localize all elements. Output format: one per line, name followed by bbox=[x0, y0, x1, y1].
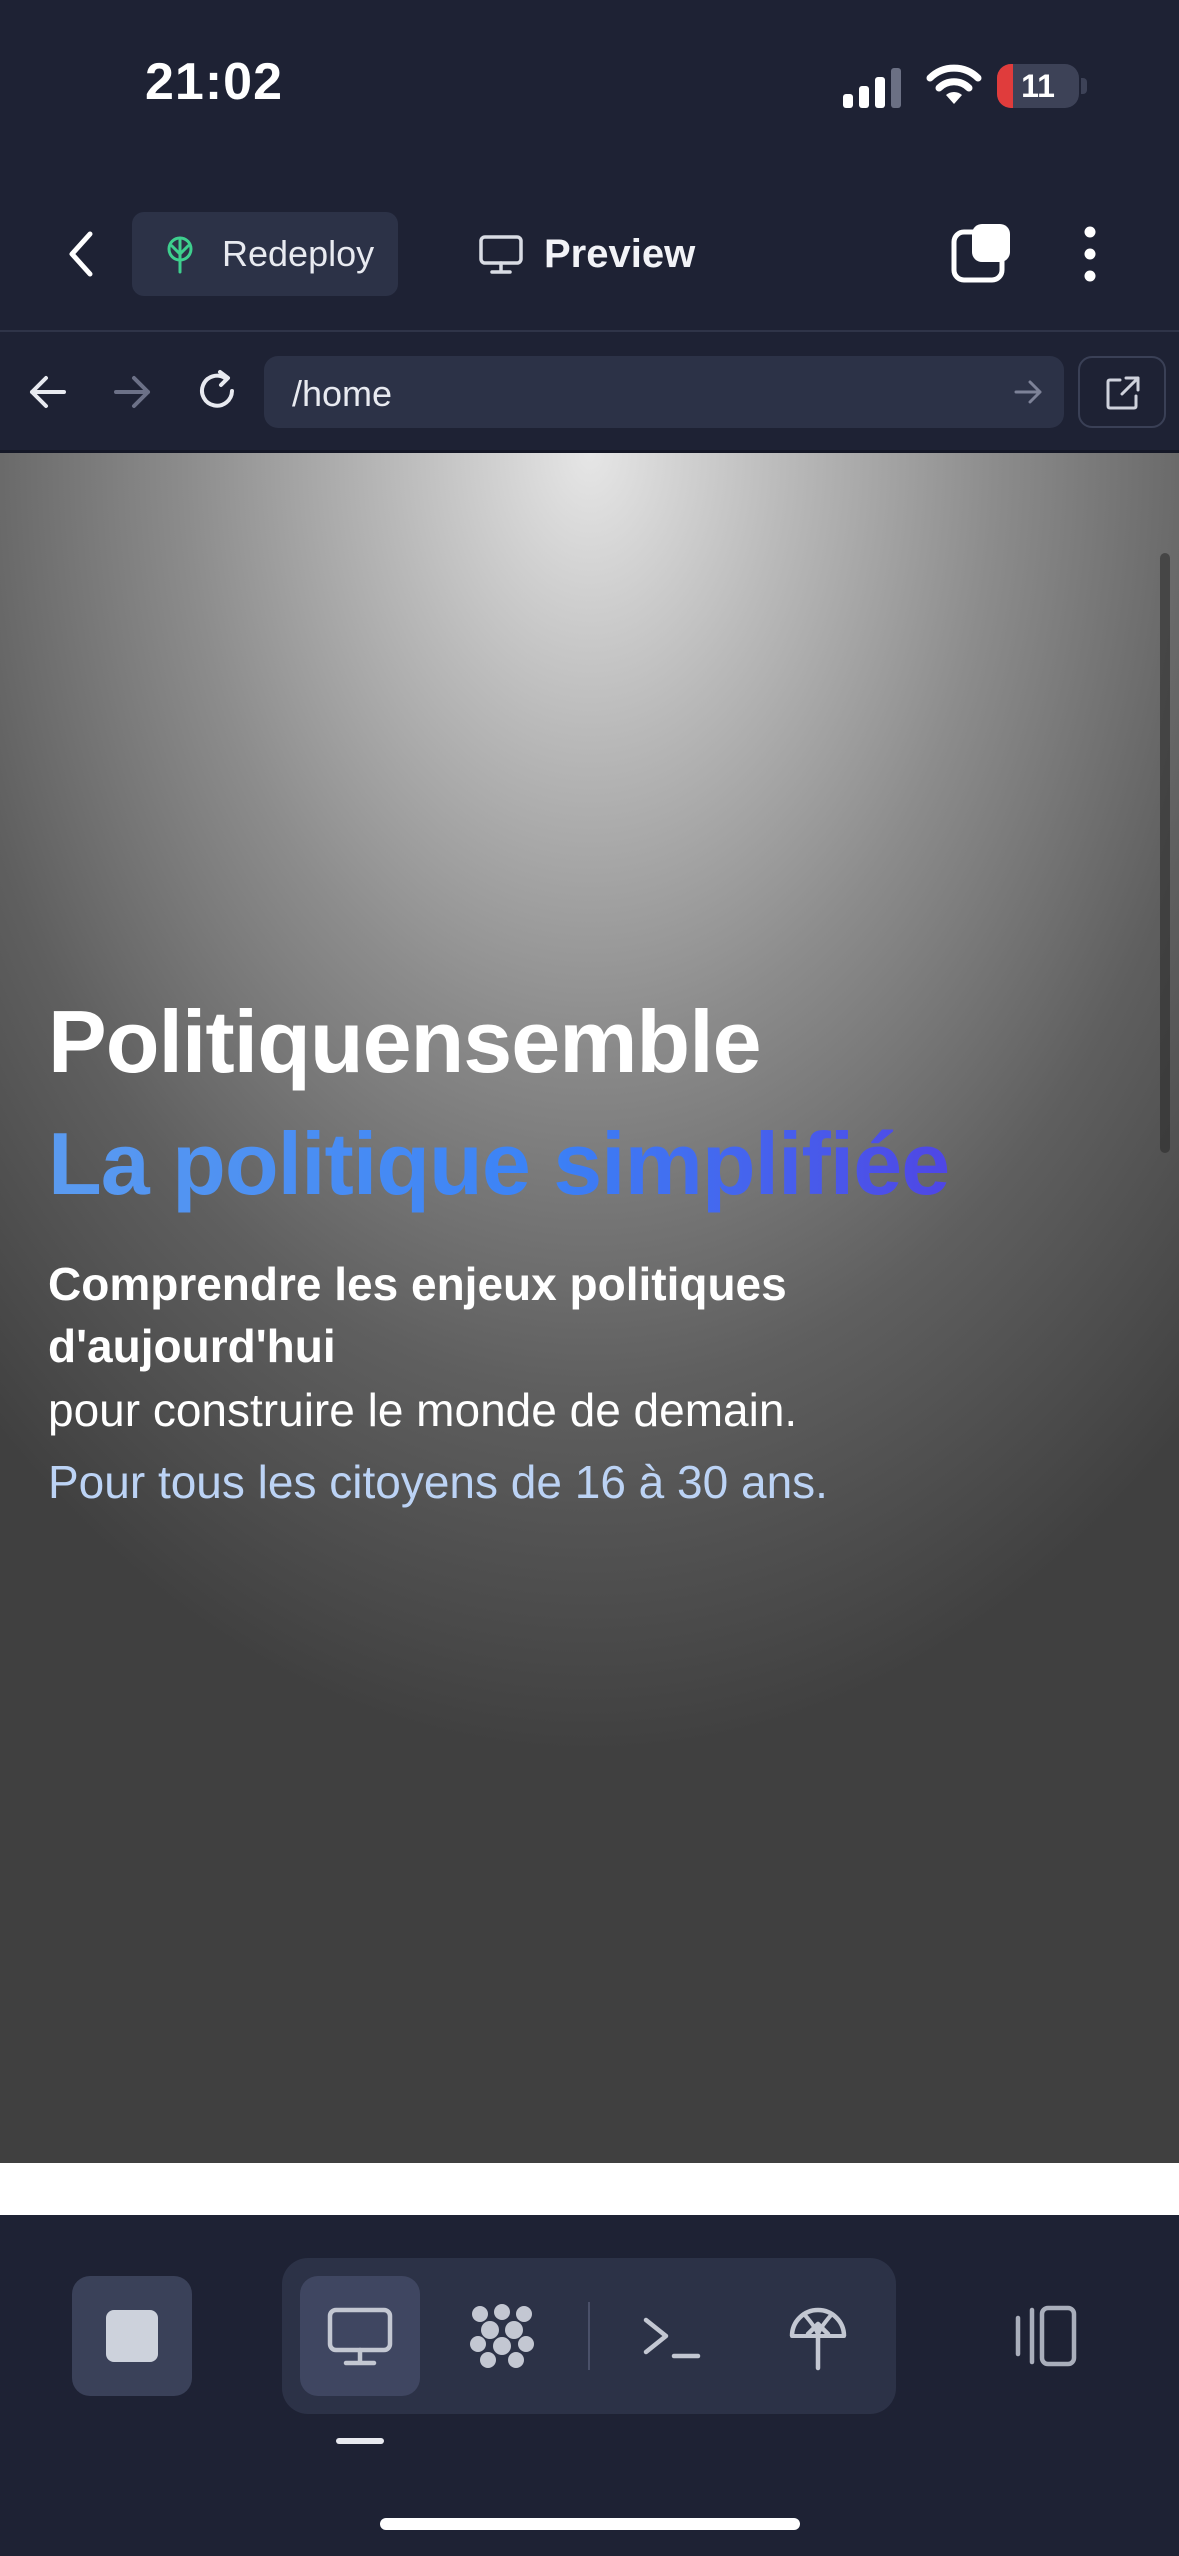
home-indicator[interactable] bbox=[380, 2518, 800, 2530]
hero-line-1: Comprendre les enjeux politiques d'aujou… bbox=[48, 1258, 787, 1372]
page-footer-strip bbox=[0, 2163, 1179, 2215]
open-external-button[interactable] bbox=[1078, 356, 1166, 428]
signal-icon bbox=[843, 68, 901, 108]
url-text: /home bbox=[292, 373, 393, 414]
hero-subtitle: La politique simplifiée bbox=[48, 1114, 950, 1213]
hero-title: Politiquensemble bbox=[48, 992, 762, 1091]
battery-level: 11 bbox=[1021, 68, 1055, 104]
url-input[interactable]: /home bbox=[264, 356, 1064, 428]
hero-line-2: pour construire le monde de demain. bbox=[48, 1384, 798, 1436]
external-link-icon bbox=[1106, 376, 1140, 410]
stop-icon bbox=[106, 2310, 158, 2362]
toolbar-divider bbox=[0, 330, 1179, 332]
scrollbar[interactable] bbox=[1160, 553, 1170, 1153]
monitor-icon bbox=[479, 235, 523, 274]
monitor-icon[interactable] bbox=[324, 2300, 396, 2372]
deploy-tree-icon bbox=[167, 236, 193, 274]
chevron-left-icon[interactable] bbox=[60, 222, 100, 286]
dock-separator bbox=[588, 2302, 590, 2370]
kebab-icon[interactable] bbox=[1070, 222, 1110, 286]
battery-tip bbox=[1081, 78, 1087, 94]
stop-button[interactable] bbox=[72, 2276, 192, 2396]
terminal-icon[interactable] bbox=[636, 2300, 708, 2372]
wifi-icon bbox=[926, 64, 982, 104]
packages-icon[interactable] bbox=[466, 2300, 538, 2372]
preview-tab[interactable]: Preview bbox=[478, 220, 695, 288]
preview-label: Preview bbox=[544, 231, 696, 276]
status-time: 21:02 bbox=[145, 53, 283, 111]
active-tab-indicator bbox=[336, 2438, 384, 2444]
go-arrow-icon[interactable] bbox=[1012, 376, 1044, 408]
battery-indicator: 11 bbox=[997, 64, 1079, 108]
reload-icon[interactable] bbox=[192, 366, 242, 416]
arrow-right-icon[interactable] bbox=[110, 370, 154, 414]
split-view-icon[interactable] bbox=[1010, 2300, 1082, 2372]
arrow-left-icon[interactable] bbox=[26, 370, 70, 414]
deploy-icon[interactable] bbox=[782, 2300, 854, 2372]
tabs-icon[interactable] bbox=[950, 222, 1014, 286]
redeploy-button[interactable]: Redeploy bbox=[132, 212, 398, 296]
web-preview[interactable]: Politiquensemble La politique simplifiée… bbox=[0, 453, 1179, 2163]
redeploy-label: Redeploy bbox=[222, 233, 375, 274]
hero-line-3: Pour tous les citoyens de 16 à 30 ans. bbox=[48, 1456, 828, 1508]
